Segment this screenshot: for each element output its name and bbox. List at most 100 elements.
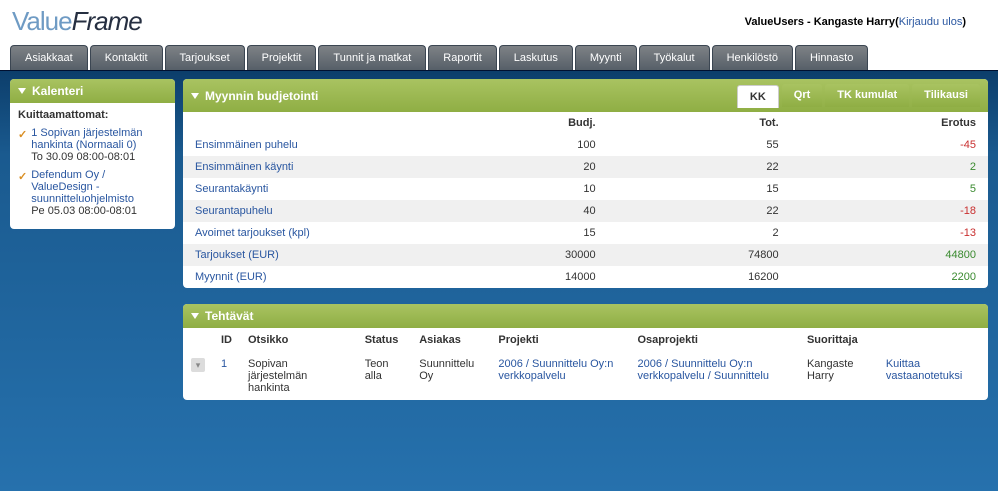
nav-tab-projektit[interactable]: Projektit (247, 45, 317, 70)
budget-tab-tilikausi[interactable]: Tilikausi (912, 84, 980, 107)
nav-tab-hinnasto[interactable]: Hinnasto (795, 45, 868, 70)
budget-row-budj: 100 (425, 134, 608, 156)
col-erotus: Erotus (791, 112, 988, 134)
calendar-group-title: Kuittaamattomat: (18, 109, 167, 121)
budget-row-budj: 40 (425, 200, 608, 222)
main-nav: AsiakkaatKontaktitTarjouksetProjektitTun… (0, 37, 998, 71)
task-suorittaja: Kangaste Harry (799, 352, 878, 400)
tasks-panel-header[interactable]: Tehtävät (183, 304, 988, 328)
budget-row-erotus: -45 (791, 134, 988, 156)
budget-row-budj: 20 (425, 156, 608, 178)
budget-row-label[interactable]: Ensimmäinen puhelu (195, 139, 298, 151)
chevron-down-icon (191, 313, 199, 319)
expand-icon[interactable]: ▾ (191, 358, 205, 372)
budget-row-tot: 55 (608, 134, 791, 156)
chevron-down-icon (191, 93, 199, 99)
nav-tab-asiakkaat[interactable]: Asiakkaat (10, 45, 88, 70)
task-otsikko: Sopivan järjestelmän hankinta (240, 352, 357, 400)
budget-table: Budj. Tot. Erotus Ensimmäinen puhelu1005… (183, 112, 988, 288)
col-actions (878, 328, 988, 352)
logout-link[interactable]: Kirjaudu ulos (899, 16, 963, 28)
chevron-down-icon (18, 88, 26, 94)
budget-row-tot: 22 (608, 200, 791, 222)
task-status: Teon alla (357, 352, 412, 400)
budget-row: Ensimmäinen puhelu 10055-45 (183, 134, 988, 156)
check-icon: ✓ (18, 128, 27, 141)
col-asiakas: Asiakas (411, 328, 490, 352)
header: ValueFrame ValueUsers - Kangaste Harry(K… (0, 0, 998, 37)
user-line: ValueUsers - Kangaste Harry(Kirjaudu ulo… (745, 16, 986, 28)
nav-tab-raportit[interactable]: Raportit (428, 45, 497, 70)
calendar-item: ✓ Defendum Oy / ValueDesign -suunnitteluo… (18, 169, 167, 217)
budget-tab-qrt[interactable]: Qrt (782, 84, 823, 107)
nav-tab-työkalut[interactable]: Työkalut (639, 45, 710, 70)
budget-row-label[interactable]: Seurantapuhelu (195, 205, 273, 217)
budget-row: Myynnit (EUR)14000162002200 (183, 266, 988, 288)
budget-row-erotus: -13 (791, 222, 988, 244)
budget-row: Tarjoukset (EUR)300007480044800 (183, 244, 988, 266)
budget-title: Myynnin budjetointi (205, 89, 318, 103)
budget-row-erotus: 2200 (791, 266, 988, 288)
budget-tab-kk[interactable]: KK (737, 85, 779, 108)
col-budj: Budj. (425, 112, 608, 134)
budget-row-label[interactable]: Tarjoukset (EUR) (195, 249, 279, 261)
budget-row: Ensimmäinen käynti20222 (183, 156, 988, 178)
task-asiakas: Suunnittelu Oy (411, 352, 490, 400)
calendar-item-date: To 30.09 08:00-08:01 (31, 151, 135, 163)
calendar-item-link[interactable]: 1 Sopivan järjestelmän hankinta (Normaal… (31, 127, 142, 151)
budget-row-erotus: 2 (791, 156, 988, 178)
calendar-item-date: Pe 05.03 08:00-08:01 (31, 205, 137, 217)
budget-row-budj: 14000 (425, 266, 608, 288)
task-projekti[interactable]: 2006 / Suunnittelu Oy:n verkkopalvelu (498, 358, 613, 382)
budget-row: Seurantapuhelu4022-18 (183, 200, 988, 222)
budget-row-budj: 30000 (425, 244, 608, 266)
budget-tab-tk-kumulat[interactable]: TK kumulat (825, 84, 909, 107)
content: Myynnin budjetointi KKQrtTK kumulatTilik… (183, 79, 988, 431)
budget-row-tot: 22 (608, 156, 791, 178)
tasks-panel: Tehtävät ID Otsikko Status Asiakas Proje… (183, 304, 988, 400)
nav-tab-myynti[interactable]: Myynti (575, 45, 637, 70)
calendar-title: Kalenteri (32, 84, 83, 98)
budget-row-budj: 15 (425, 222, 608, 244)
user-name: Kangaste Harry (814, 16, 895, 28)
task-osaprojekti[interactable]: 2006 / Suunnittelu Oy:n verkkopalvelu / … (637, 358, 768, 382)
budget-row-label[interactable]: Myynnit (EUR) (195, 271, 267, 283)
col-projekti: Projekti (490, 328, 629, 352)
col-tot: Tot. (608, 112, 791, 134)
logo: ValueFrame (12, 6, 142, 37)
task-row: ▾ 1 Sopivan järjestelmän hankintaTeon alla… (183, 352, 988, 400)
calendar-item: ✓ 1 Sopivan järjestelmän hankinta (Normaa… (18, 127, 167, 163)
calendar-panel-header[interactable]: Kalenteri (10, 79, 175, 103)
col-otsikko: Otsikko (240, 328, 357, 352)
budget-row-label[interactable]: Avoimet tarjoukset (kpl) (195, 227, 310, 239)
col-status: Status (357, 328, 412, 352)
col-id: ID (213, 328, 240, 352)
budget-tabs: KKQrtTK kumulatTilikausi (737, 84, 980, 107)
nav-tab-kontaktit[interactable]: Kontaktit (90, 45, 163, 70)
task-id[interactable]: 1 (221, 358, 227, 370)
nav-tab-laskutus[interactable]: Laskutus (499, 45, 573, 70)
budget-row-label[interactable]: Ensimmäinen käynti (195, 161, 293, 173)
budget-row-tot: 15 (608, 178, 791, 200)
budget-panel: Myynnin budjetointi KKQrtTK kumulatTilik… (183, 79, 988, 288)
nav-tab-tunnit-ja-matkat[interactable]: Tunnit ja matkat (318, 45, 426, 70)
col-check (183, 328, 213, 352)
nav-tab-henkilöstö[interactable]: Henkilöstö (712, 45, 793, 70)
budget-row-tot: 2 (608, 222, 791, 244)
budget-row-erotus: 5 (791, 178, 988, 200)
tasks-table: ID Otsikko Status Asiakas Projekti Osapr… (183, 328, 988, 400)
task-action-link[interactable]: Kuittaa vastaanotetuksi (886, 358, 962, 382)
tasks-title: Tehtävät (205, 309, 253, 323)
col-osaprojekti: Osaprojekti (629, 328, 798, 352)
check-icon: ✓ (18, 170, 27, 183)
sidebar: Kalenteri Kuittaamattomat: ✓ 1 Sopivan jä… (10, 79, 175, 431)
budget-row-budj: 10 (425, 178, 608, 200)
nav-tab-tarjoukset[interactable]: Tarjoukset (165, 45, 245, 70)
budget-row: Seurantakäynti 10155 (183, 178, 988, 200)
calendar-panel: Kalenteri Kuittaamattomat: ✓ 1 Sopivan jä… (10, 79, 175, 229)
calendar-body: Kuittaamattomat: ✓ 1 Sopivan järjestelmän… (10, 103, 175, 229)
col-label (183, 112, 425, 134)
calendar-item-link[interactable]: Defendum Oy / ValueDesign -suunnitteluoh… (31, 169, 134, 205)
user-prefix: ValueUsers - (745, 16, 814, 28)
budget-row-label[interactable]: Seurantakäynti (195, 183, 268, 195)
